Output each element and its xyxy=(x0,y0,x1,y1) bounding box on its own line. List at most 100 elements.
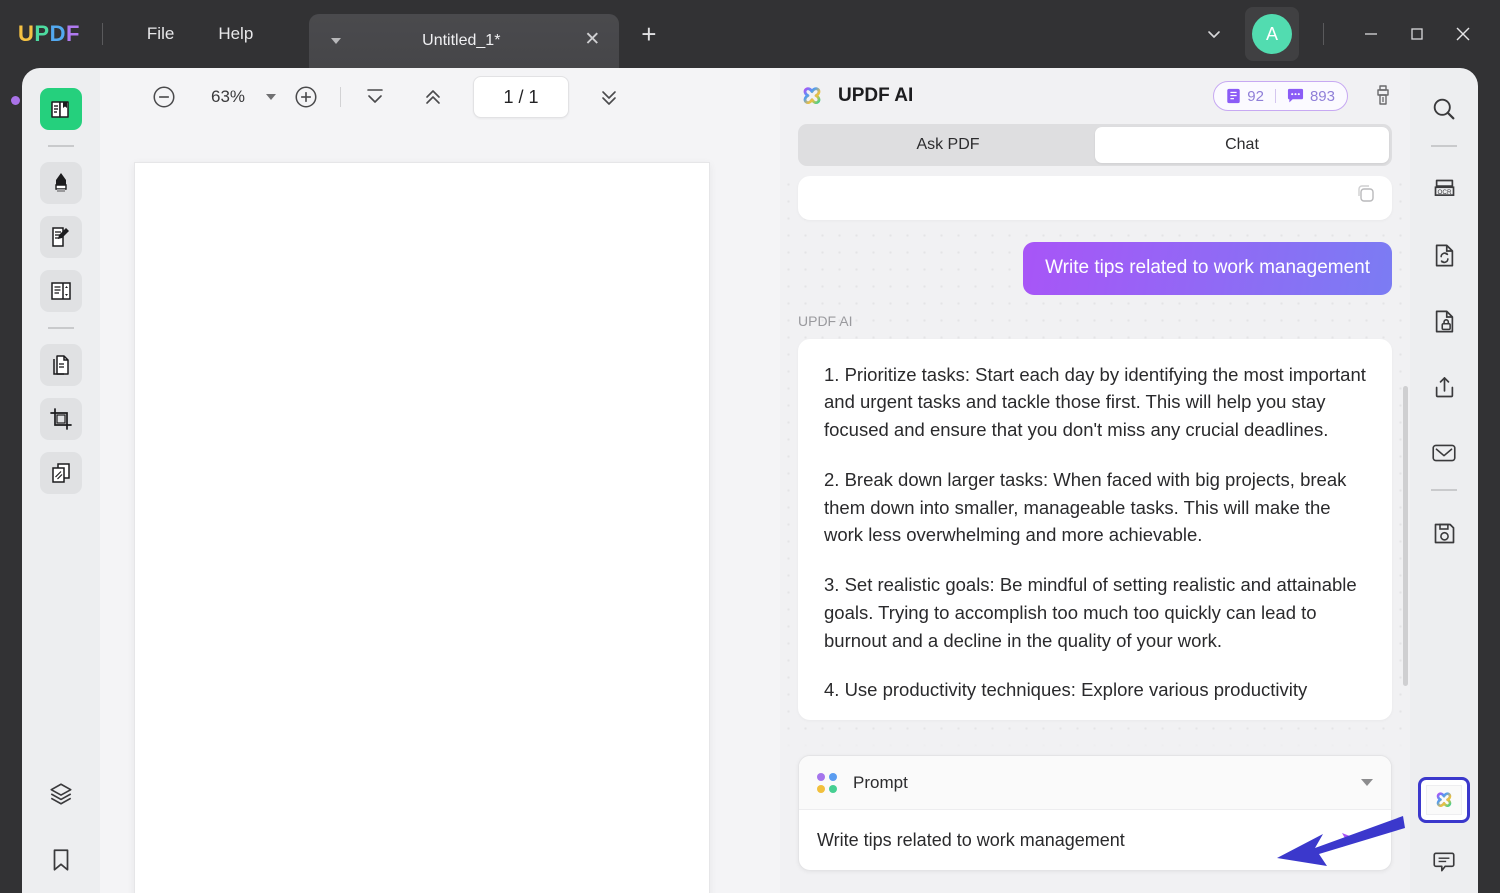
brush-clear-icon xyxy=(1371,83,1395,109)
page-indicator[interactable]: 1 / 1 xyxy=(473,76,569,118)
comment-bubble-icon xyxy=(1431,849,1457,875)
chevron-down-icon[interactable] xyxy=(1197,17,1231,51)
menu-help[interactable]: Help xyxy=(196,18,275,50)
sidebar-item-comments[interactable] xyxy=(1423,841,1465,883)
user-message-row: Write tips related to work management xyxy=(798,242,1392,295)
zoom-in-button[interactable] xyxy=(288,79,324,115)
send-button[interactable] xyxy=(1335,825,1369,855)
close-button[interactable] xyxy=(1440,14,1486,54)
layers-icon xyxy=(48,781,74,807)
zoom-level-value[interactable]: 63% xyxy=(204,87,252,107)
sidebar-item-email[interactable] xyxy=(1423,432,1465,474)
updf-ai-panel: UPDF AI 92 xyxy=(780,68,1410,893)
avatar[interactable]: A xyxy=(1245,7,1299,61)
right-toolbar-separator-2 xyxy=(1431,489,1457,491)
convert-document-icon xyxy=(1431,242,1458,269)
svg-text:OCR: OCR xyxy=(1437,188,1451,195)
tab-ask-pdf[interactable]: Ask PDF xyxy=(801,127,1095,163)
copy-icon[interactable] xyxy=(1354,182,1378,211)
sidebar-item-ocr[interactable]: OCR xyxy=(1423,168,1465,210)
updf-ai-fab-inner xyxy=(1426,785,1462,815)
sidebar-item-convert[interactable] xyxy=(1423,234,1465,276)
prompt-mode-selector[interactable]: Prompt xyxy=(799,756,1391,810)
user-message-bubble: Write tips related to work management xyxy=(1023,242,1392,295)
clear-chat-button[interactable] xyxy=(1362,75,1404,117)
chat-scrollbar-thumb[interactable] xyxy=(1403,386,1408,686)
ai-paragraph-3: 3. Set realistic goals: Be mindful of se… xyxy=(824,571,1366,654)
right-edge-strip xyxy=(1478,68,1500,893)
document-token-count: 92 xyxy=(1247,88,1264,105)
sidebar-item-reader[interactable] xyxy=(40,88,82,130)
ai-mode-tabs: Ask PDF Chat xyxy=(798,124,1392,166)
zoom-dropdown-icon[interactable] xyxy=(266,94,276,100)
toolbar-separator-2 xyxy=(48,327,74,329)
chat-scroll-region[interactable]: Write tips related to work management UP… xyxy=(780,176,1410,755)
ai-paragraph-4: 4. Use productivity techniques: Explore … xyxy=(824,676,1366,704)
sidebar-item-page-layout[interactable] xyxy=(40,270,82,312)
sidebar-item-search[interactable] xyxy=(1423,88,1465,130)
token-badge[interactable]: 92 893 xyxy=(1213,81,1348,111)
updf-application-window: U P D F File Help Untitled_1* ✕ + A xyxy=(0,0,1500,893)
sidebar-item-crop[interactable] xyxy=(40,398,82,440)
zoom-out-icon xyxy=(151,84,177,110)
new-tab-button[interactable]: + xyxy=(641,21,656,47)
next-page-icon xyxy=(597,85,621,109)
titlebar-divider xyxy=(102,23,103,45)
chat-message-list: Write tips related to work management UP… xyxy=(780,176,1410,720)
ai-response-bubble: 1. Prioritize tasks: Start each day by i… xyxy=(798,339,1392,721)
tab-chat[interactable]: Chat xyxy=(1095,127,1389,163)
titlebar-right-controls: A xyxy=(1197,7,1500,61)
logo-letter-u: U xyxy=(18,21,34,47)
document-tab-title: Untitled_1* xyxy=(309,32,619,50)
title-bar: U P D F File Help Untitled_1* ✕ + A xyxy=(0,0,1500,68)
sidebar-item-compare[interactable] xyxy=(40,452,82,494)
prompt-input-row xyxy=(799,810,1391,870)
sidebar-item-share[interactable] xyxy=(1423,366,1465,408)
logo-letter-p: P xyxy=(34,21,49,47)
right-toolbar-separator xyxy=(1431,145,1457,147)
sidebar-item-annotate[interactable] xyxy=(40,162,82,204)
previous-page-button[interactable] xyxy=(415,79,451,115)
pdf-view-area: 63% 1 / xyxy=(100,68,780,893)
bookmark-icon xyxy=(48,847,74,873)
first-page-button[interactable] xyxy=(357,79,393,115)
sidebar-item-protect[interactable] xyxy=(1423,300,1465,342)
caret-down-icon[interactable] xyxy=(331,38,341,44)
logo-letter-f: F xyxy=(66,21,80,47)
logo-letter-d: D xyxy=(50,21,66,47)
right-toolbar: OCR xyxy=(1410,68,1478,893)
sidebar-item-save[interactable] xyxy=(1423,512,1465,554)
menu-file[interactable]: File xyxy=(125,18,196,50)
page-layout-icon xyxy=(49,279,73,303)
toolbar-separator xyxy=(48,145,74,147)
sidebar-item-updf-ai[interactable] xyxy=(1418,777,1470,823)
prompt-input[interactable] xyxy=(817,830,1335,851)
token-divider xyxy=(1275,89,1276,103)
save-disk-icon xyxy=(1431,520,1458,547)
chat-token-count: 893 xyxy=(1310,88,1335,105)
prompt-mode-label: Prompt xyxy=(853,773,908,793)
first-page-icon xyxy=(363,85,387,109)
minimize-button[interactable] xyxy=(1348,14,1394,54)
close-icon[interactable]: ✕ xyxy=(581,30,603,52)
sidebar-item-bookmarks[interactable] xyxy=(40,839,82,881)
next-page-button[interactable] xyxy=(591,79,627,115)
document-tab[interactable]: Untitled_1* ✕ xyxy=(309,14,619,68)
chat-scrollbar[interactable] xyxy=(1403,176,1408,755)
sidebar-item-layers[interactable] xyxy=(40,773,82,815)
chat-token-icon xyxy=(1287,88,1304,104)
updf-ai-clover-icon xyxy=(1432,788,1456,812)
compare-documents-icon xyxy=(49,461,73,485)
document-token-icon xyxy=(1226,88,1241,104)
zoom-out-button[interactable] xyxy=(146,79,182,115)
organize-pages-icon xyxy=(49,353,73,377)
four-dots-icon xyxy=(817,773,837,793)
caret-down-icon[interactable] xyxy=(1361,779,1373,786)
ocr-icon: OCR xyxy=(1431,176,1458,203)
pdf-page-canvas[interactable] xyxy=(134,162,710,893)
document-token-item: 92 xyxy=(1226,88,1264,105)
maximize-button[interactable] xyxy=(1394,14,1440,54)
sidebar-item-edit-pdf[interactable] xyxy=(40,216,82,258)
sidebar-item-organize-pages[interactable] xyxy=(40,344,82,386)
ai-panel-title: UPDF AI xyxy=(838,85,913,107)
